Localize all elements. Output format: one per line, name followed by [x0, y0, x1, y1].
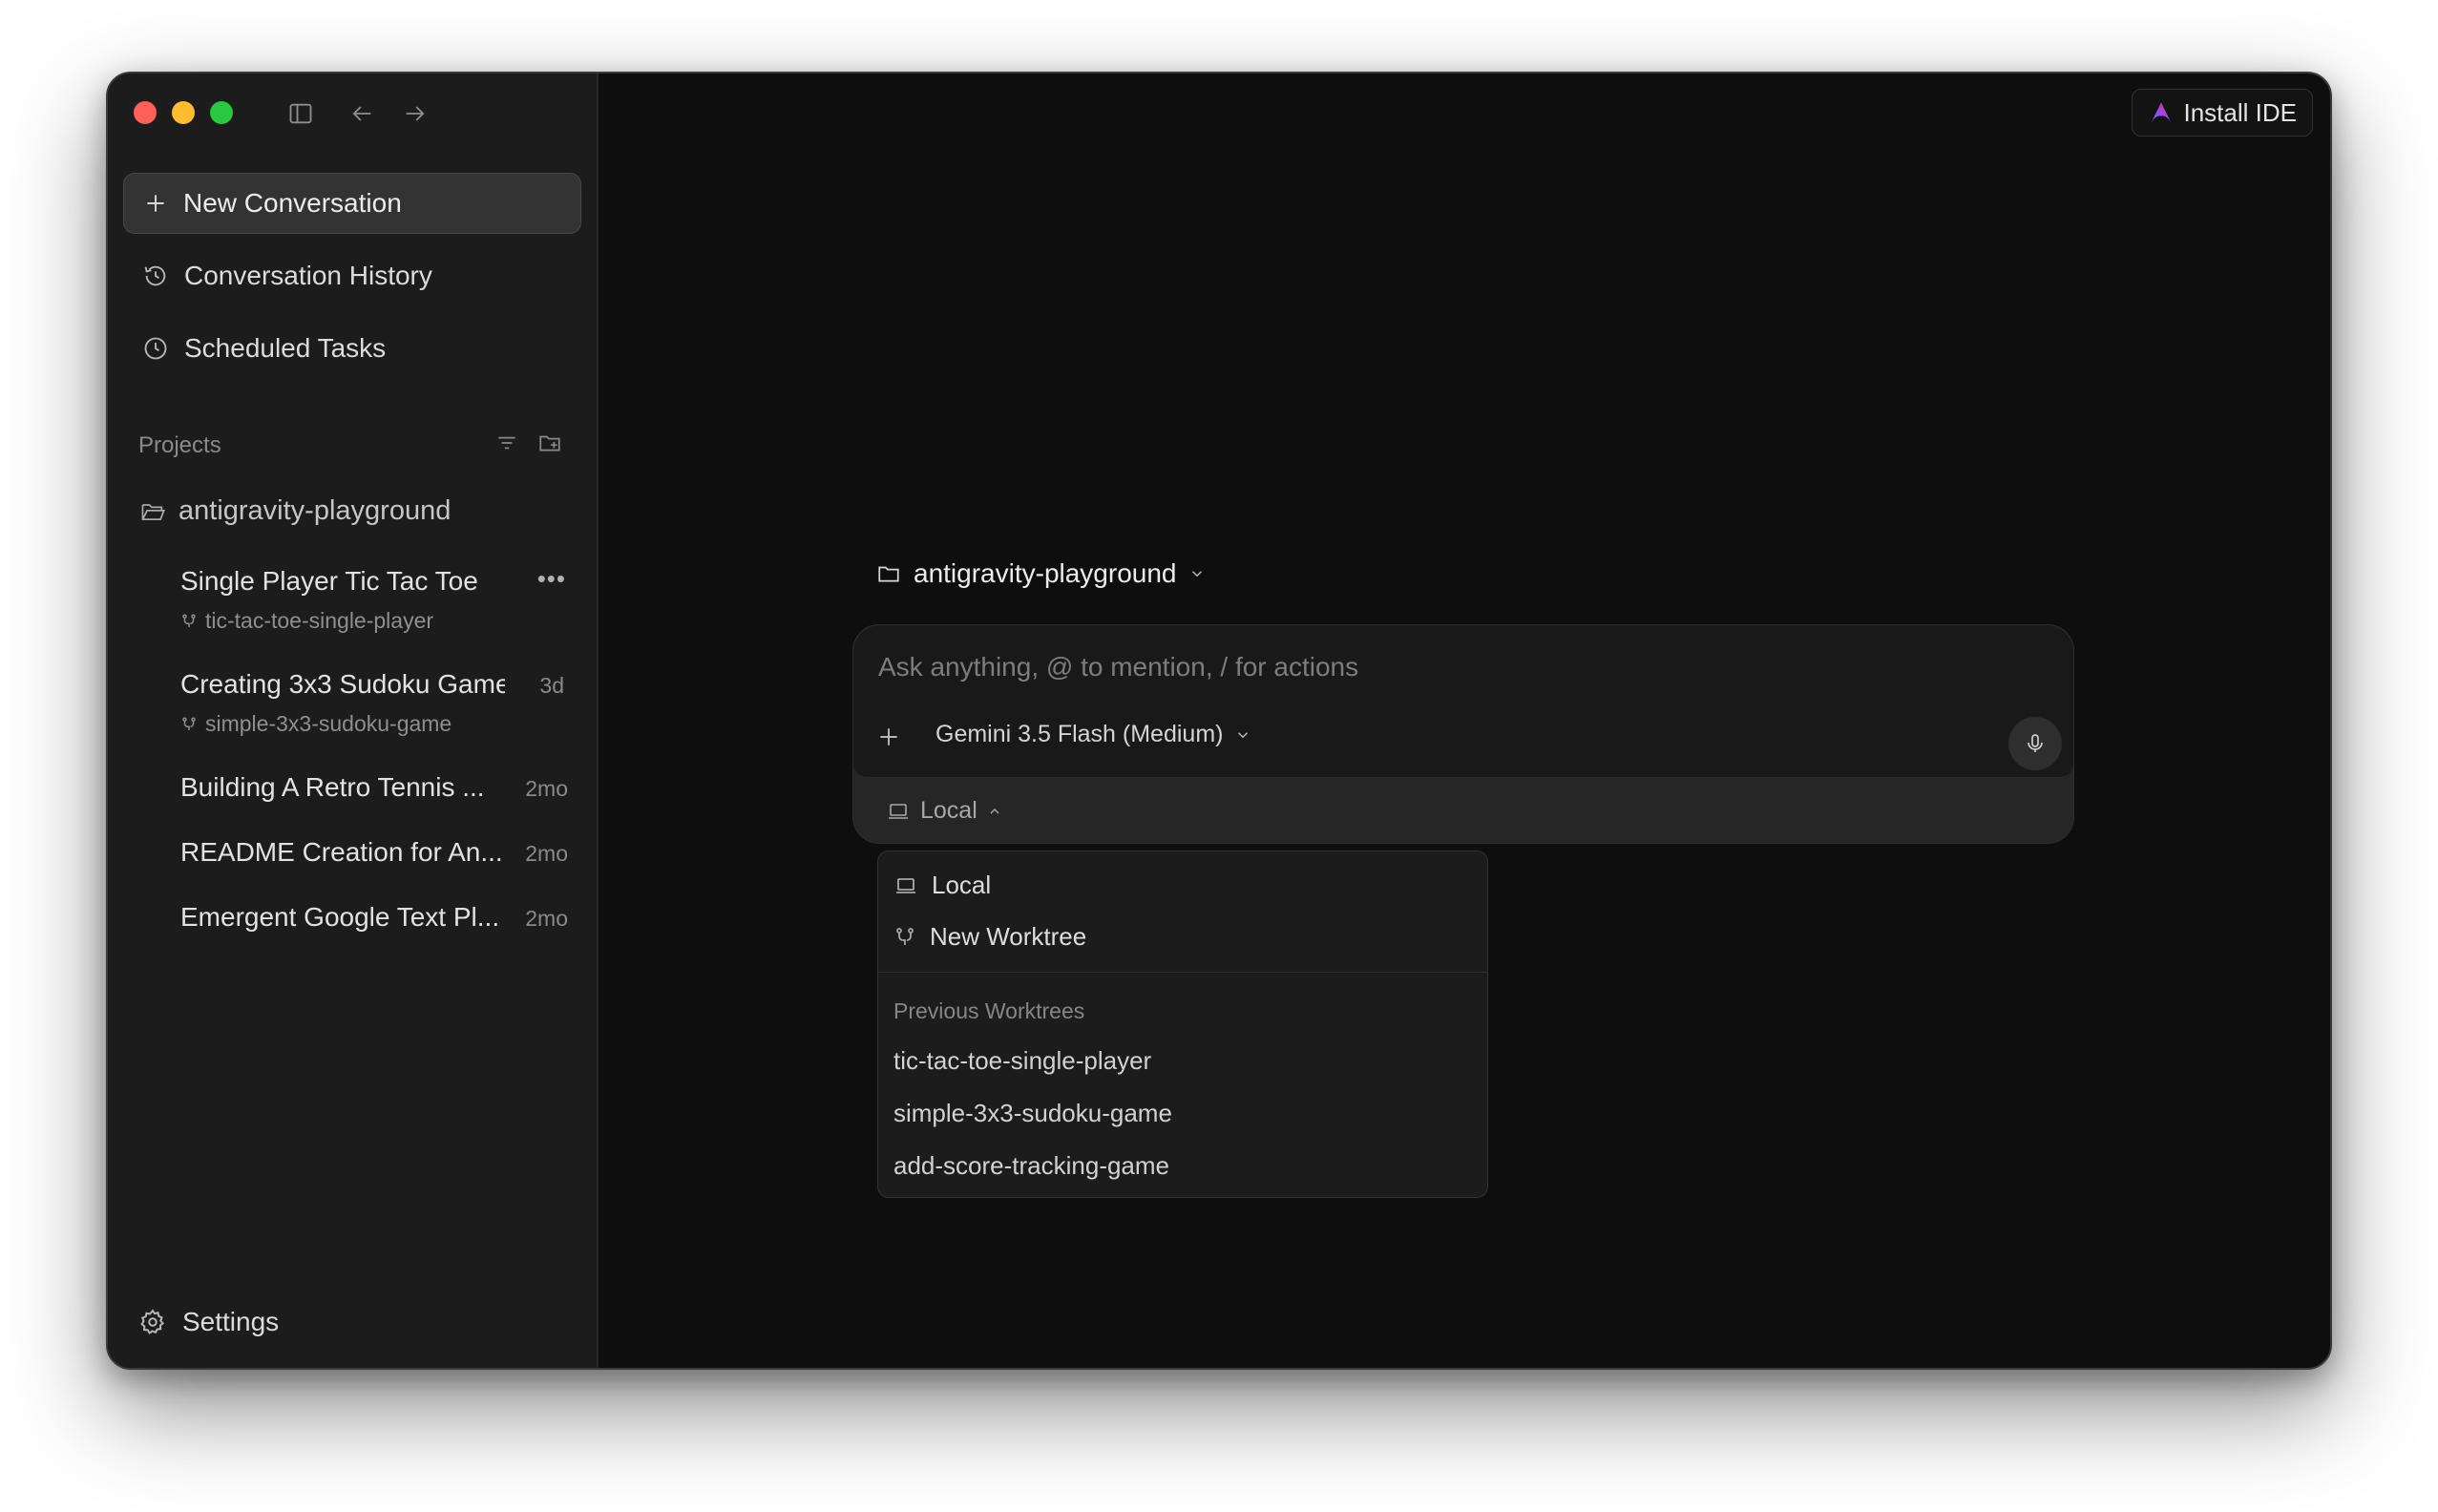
conversation-item[interactable]: Emergent Google Text Pl... 2mo — [180, 902, 581, 933]
conversation-time: 2mo — [525, 841, 568, 866]
chevron-down-icon — [1238, 731, 1249, 738]
main-area: Install IDE antigravity-playground Ask a… — [599, 74, 2330, 1368]
composer-input[interactable]: Ask anything, @ to mention, / for action… — [878, 652, 1358, 682]
close-window-button[interactable] — [134, 101, 157, 124]
conversation-item[interactable]: Single Player Tic Tac Toe ••• tic-tac-to… — [180, 564, 581, 634]
open-folder-icon — [141, 503, 165, 520]
install-ide-label: Install IDE — [2183, 97, 2298, 127]
new-conversation-label: New Conversation — [183, 188, 402, 218]
branch-icon — [182, 717, 196, 730]
filter-icon[interactable] — [494, 430, 519, 455]
conversation-time: 2mo — [525, 906, 568, 931]
install-ide-button[interactable]: Install IDE — [2131, 89, 2313, 136]
app-window: New Conversation Conversation History Sc… — [106, 72, 2332, 1370]
laptop-icon — [889, 803, 908, 819]
settings-label: Settings — [182, 1307, 280, 1336]
previous-worktrees-heading: Previous Worktrees — [893, 998, 1085, 1023]
conversation-item[interactable]: README Creation for An... 2mo — [180, 837, 581, 868]
conversation-title: README Creation for An... — [180, 837, 503, 867]
more-options-icon[interactable]: ••• — [537, 564, 566, 594]
chevron-down-icon — [1191, 571, 1202, 578]
minimize-window-button[interactable] — [172, 101, 195, 124]
environment-selector[interactable]: Local — [886, 797, 1002, 825]
sidebar: New Conversation Conversation History Sc… — [108, 74, 599, 1368]
conversation-title: Building A Retro Tennis ... — [180, 772, 485, 802]
dropdown-item-new-worktree[interactable]: New Worktree — [893, 922, 1086, 952]
laptop-icon — [896, 877, 915, 893]
conversation-branch: tic-tac-toe-single-player — [180, 608, 581, 634]
add-folder-icon[interactable] — [536, 430, 563, 455]
conversation-history-label: Conversation History — [184, 261, 432, 290]
branch-icon — [182, 614, 196, 627]
environment-dropdown: Local New Worktree Previous Worktrees ti… — [877, 850, 1488, 1198]
branch-icon — [896, 927, 914, 945]
microphone-button[interactable] — [2008, 717, 2062, 770]
conversation-history-button[interactable]: Conversation History — [123, 246, 581, 305]
composer-input-area[interactable]: Ask anything, @ to mention, / for action… — [853, 625, 2073, 778]
workspace-name: antigravity-playground — [914, 558, 1177, 588]
project-folder[interactable]: antigravity-playground — [138, 495, 451, 527]
model-name: Gemini 3.5 Flash (Medium) — [935, 721, 1224, 747]
scheduled-tasks-button[interactable]: Scheduled Tasks — [123, 319, 581, 378]
plus-icon[interactable] — [876, 724, 901, 749]
scheduled-tasks-label: Scheduled Tasks — [184, 333, 387, 363]
microphone-icon — [2028, 734, 2043, 752]
clock-icon — [144, 337, 167, 360]
conversation-title: Creating 3x3 Sudoku Game — [180, 669, 505, 699]
projects-heading: Projects — [138, 432, 221, 458]
toggle-sidebar-icon[interactable] — [285, 98, 316, 129]
conversation-branch: simple-3x3-sudoku-game — [180, 711, 581, 737]
project-actions — [494, 430, 563, 455]
settings-button[interactable]: Settings — [138, 1307, 279, 1337]
back-arrow-icon[interactable] — [347, 98, 377, 129]
maximize-window-button[interactable] — [210, 101, 233, 124]
dropdown-item-local[interactable]: Local — [893, 871, 991, 900]
conversation-title: Single Player Tic Tac Toe — [180, 566, 478, 596]
dropdown-divider — [878, 972, 1487, 973]
project-name: antigravity-playground — [179, 495, 452, 526]
composer: Ask anything, @ to mention, / for action… — [852, 624, 2074, 844]
gear-icon — [140, 1309, 165, 1334]
folder-icon — [878, 566, 899, 582]
worktree-item[interactable]: tic-tac-toe-single-player — [893, 1046, 1151, 1076]
worktree-item[interactable]: simple-3x3-sudoku-game — [893, 1099, 1172, 1128]
conversation-time: 3d — [539, 673, 564, 698]
forward-arrow-icon[interactable] — [400, 98, 431, 129]
model-selector[interactable]: Gemini 3.5 Flash (Medium) — [935, 721, 1251, 748]
window-controls — [134, 101, 233, 124]
history-icon — [144, 265, 166, 286]
workspace-selector[interactable]: antigravity-playground — [875, 558, 1206, 589]
new-conversation-button[interactable]: New Conversation — [123, 173, 581, 234]
conversation-item[interactable]: Building A Retro Tennis ... 2mo — [180, 772, 581, 803]
plus-icon — [147, 195, 164, 212]
worktree-item[interactable]: add-score-tracking-game — [893, 1151, 1169, 1181]
antigravity-logo-icon — [2151, 102, 2171, 123]
chevron-up-icon — [990, 808, 999, 813]
conversation-time: 2mo — [525, 776, 568, 801]
conversation-item[interactable]: Creating 3x3 Sudoku Game 3d simple-3x3-s… — [180, 669, 581, 737]
environment-label: Local — [920, 797, 977, 824]
conversation-title: Emergent Google Text Pl... — [180, 902, 500, 932]
